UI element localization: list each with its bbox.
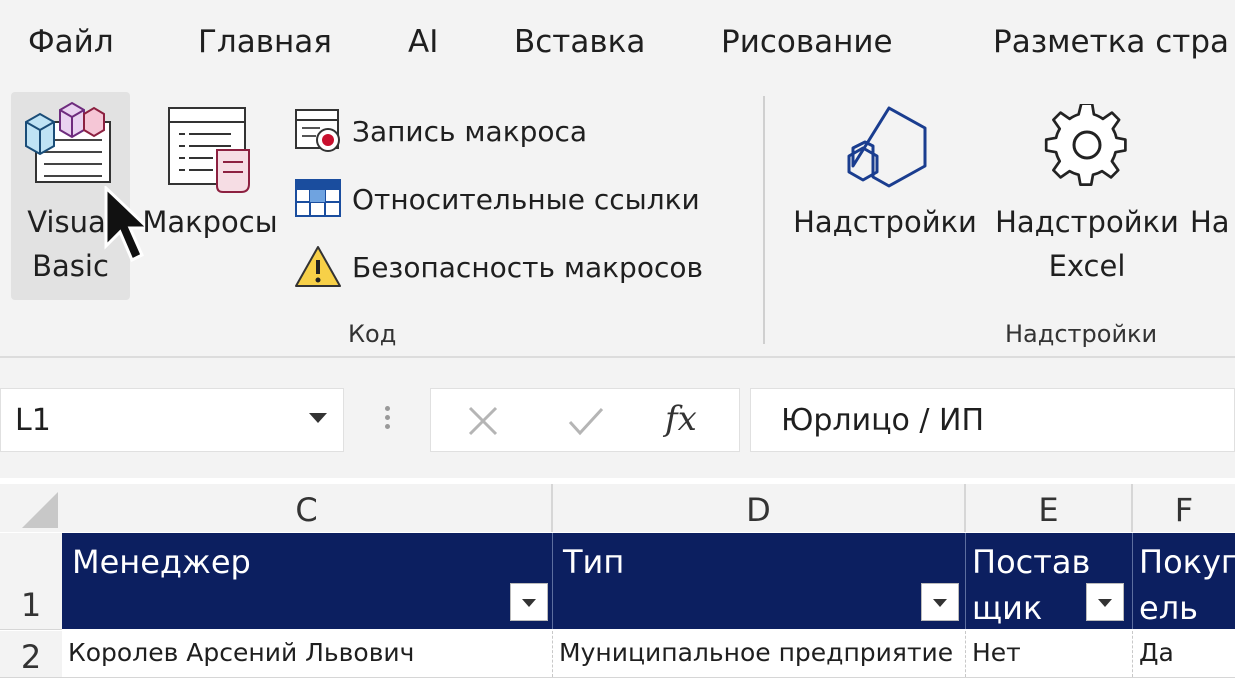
macros-icon bbox=[168, 107, 250, 193]
macro-security-label: Безопасность макросов bbox=[352, 250, 703, 284]
gear-icon bbox=[1044, 104, 1127, 186]
addins-label: Надстройки bbox=[793, 205, 977, 239]
confirm-check-icon[interactable] bbox=[567, 405, 605, 437]
cancel-x-icon[interactable] bbox=[467, 405, 499, 437]
excel-addins-label-line2: Excel bbox=[1048, 249, 1126, 283]
addins-icon bbox=[847, 106, 927, 188]
excel-addins-label-line1: Надстройки bbox=[995, 205, 1179, 239]
name-box-value: L1 bbox=[15, 403, 51, 438]
name-box-dropdown-icon[interactable] bbox=[309, 413, 327, 423]
relative-references-button[interactable]: Относительные ссылки bbox=[294, 174, 700, 224]
select-all-corner[interactable] bbox=[0, 484, 62, 532]
visual-basic-icon bbox=[25, 101, 111, 183]
tab-insert[interactable]: Вставка bbox=[514, 24, 645, 60]
header-cell-supplier-line1: Постав bbox=[972, 543, 1091, 581]
header-cell-buyer-text: Покуп ель bbox=[1139, 539, 1235, 629]
cell-c2[interactable]: Королев Арсений Львович bbox=[62, 631, 553, 677]
tab-draw[interactable]: Рисование bbox=[721, 24, 893, 60]
cell-f2[interactable]: Да bbox=[1133, 631, 1235, 677]
header-cell-supplier-line2: щик bbox=[972, 589, 1043, 627]
column-header-c[interactable]: C bbox=[62, 484, 553, 532]
macro-security-button[interactable]: Безопасность макросов bbox=[294, 242, 703, 292]
tab-page-layout[interactable]: Разметка стра bbox=[993, 24, 1229, 60]
code-group-label: Код bbox=[348, 320, 397, 348]
header-cell-supplier[interactable]: Постав щик bbox=[966, 533, 1133, 629]
cut-addins-label[interactable]: На bbox=[1190, 200, 1235, 244]
column-header-f[interactable]: F bbox=[1133, 484, 1235, 532]
column-header-d[interactable]: D bbox=[553, 484, 966, 532]
tab-home[interactable]: Главная bbox=[198, 24, 332, 60]
menu-bar: Файл Главная AI Вставка Рисование Размет… bbox=[0, 0, 1235, 84]
filter-dropdown-icon[interactable] bbox=[1086, 583, 1124, 621]
tab-ai[interactable]: AI bbox=[408, 24, 438, 60]
ribbon-group-separator bbox=[763, 96, 765, 344]
record-macro-button[interactable]: Запись макроса bbox=[294, 106, 587, 156]
relative-references-label: Относительные ссылки bbox=[352, 182, 700, 216]
formula-input[interactable]: Юрлицо / ИП bbox=[750, 388, 1235, 452]
row-divider bbox=[62, 677, 1235, 678]
cell-d2[interactable]: Муниципальное предприятие bbox=[553, 631, 966, 677]
filter-dropdown-icon[interactable] bbox=[510, 583, 548, 621]
formula-bar-grip-icon[interactable] bbox=[383, 402, 391, 433]
header-cell-buyer-line1: Покуп bbox=[1139, 543, 1235, 581]
relative-references-icon bbox=[295, 179, 341, 217]
record-macro-icon bbox=[295, 109, 340, 152]
warning-icon bbox=[295, 246, 341, 287]
record-macro-label: Запись макроса bbox=[352, 114, 588, 148]
insert-function-icon[interactable]: fx bbox=[665, 399, 697, 439]
formula-value: Юрлицо / ИП bbox=[781, 403, 985, 438]
header-cell-buyer-line2: ель bbox=[1139, 589, 1198, 627]
cell-e2[interactable]: Нет bbox=[966, 631, 1133, 677]
formula-controls: fx bbox=[430, 388, 740, 452]
addins-group-label: Надстройки bbox=[1005, 320, 1158, 348]
row-header-2[interactable]: 2 bbox=[0, 631, 62, 678]
filter-dropdown-icon[interactable] bbox=[921, 583, 959, 621]
row-header-1[interactable]: 1 bbox=[0, 533, 62, 630]
header-cell-type-text: Тип bbox=[563, 543, 625, 581]
header-cell-buyer[interactable]: Покуп ель bbox=[1133, 533, 1235, 629]
column-header-e[interactable]: E bbox=[966, 484, 1133, 532]
macros-label: Макросы bbox=[142, 205, 278, 239]
header-cell-supplier-text: Постав щик bbox=[972, 539, 1090, 629]
tab-file[interactable]: Файл bbox=[28, 24, 114, 60]
select-all-triangle-icon bbox=[22, 492, 58, 528]
excel-addins-label: Надстройки Excel bbox=[990, 200, 1184, 288]
header-cell-manager[interactable]: Менеджер bbox=[62, 533, 553, 629]
header-cell-type[interactable]: Тип bbox=[553, 533, 966, 629]
header-cell-manager-text: Менеджер bbox=[72, 543, 251, 581]
name-box[interactable]: L1 bbox=[0, 388, 344, 452]
